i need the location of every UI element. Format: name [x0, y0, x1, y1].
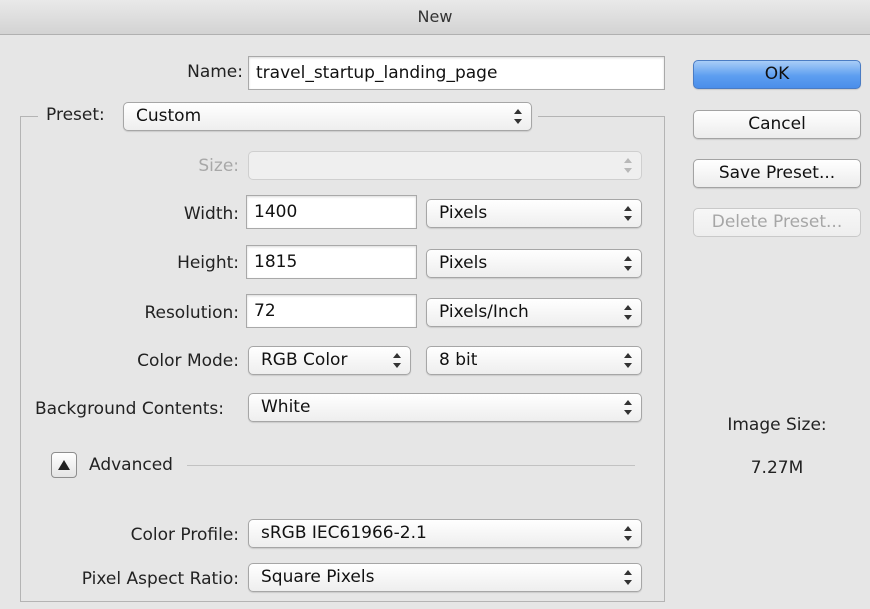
resolution-unit-value: Pixels/Inch: [439, 302, 529, 322]
color-mode-value: RGB Color: [261, 350, 348, 370]
up-down-arrows-icon: [624, 256, 632, 271]
height-field[interactable]: 1815: [246, 245, 417, 279]
triangle-up-icon: [58, 460, 70, 470]
pixel-aspect-ratio-label: Pixel Aspect Ratio:: [81, 569, 239, 589]
resolution-field[interactable]: 72: [246, 294, 417, 328]
pixel-aspect-ratio-select[interactable]: Square Pixels: [248, 563, 642, 592]
preset-label: Preset:: [46, 105, 105, 125]
up-down-arrows-icon: [624, 570, 632, 585]
delete-preset-button: Delete Preset...: [693, 208, 861, 237]
bit-depth-value: 8 bit: [439, 350, 478, 370]
size-select: [248, 151, 642, 180]
color-profile-value: sRGB IEC61966-2.1: [261, 523, 427, 543]
up-down-arrows-icon: [624, 353, 632, 368]
pixel-aspect-ratio-value: Square Pixels: [261, 567, 375, 587]
ok-button[interactable]: OK: [693, 60, 861, 89]
name-label: Name:: [187, 62, 243, 82]
name-field[interactable]: travel_startup_landing_page: [248, 56, 665, 90]
color-profile-select[interactable]: sRGB IEC61966-2.1: [248, 519, 642, 548]
resolution-unit-select[interactable]: Pixels/Inch: [426, 298, 642, 327]
advanced-disclosure-button[interactable]: [51, 452, 77, 478]
cancel-button[interactable]: Cancel: [693, 110, 861, 139]
width-label: Width:: [183, 204, 239, 224]
up-down-arrows-icon: [624, 305, 632, 320]
window-title: New: [417, 7, 453, 26]
color-profile-label: Color Profile:: [130, 525, 239, 545]
up-down-arrows-icon: [514, 109, 522, 124]
background-contents-label: Background Contents:: [35, 399, 225, 419]
bit-depth-select[interactable]: 8 bit: [426, 346, 642, 375]
advanced-label[interactable]: Advanced: [89, 455, 173, 475]
width-unit-select[interactable]: Pixels: [426, 199, 642, 228]
background-contents-select[interactable]: White: [248, 393, 642, 422]
up-down-arrows-icon: [624, 206, 632, 221]
image-size-value: 7.27M: [750, 458, 804, 478]
advanced-divider: [187, 465, 635, 466]
height-unit-value: Pixels: [439, 253, 488, 273]
group-divider: [538, 116, 665, 117]
width-unit-value: Pixels: [439, 203, 488, 223]
width-field[interactable]: 1400: [246, 195, 417, 229]
background-contents-value: White: [261, 397, 311, 417]
save-preset-button[interactable]: Save Preset...: [693, 159, 861, 188]
up-down-arrows-icon: [624, 400, 632, 415]
height-unit-select[interactable]: Pixels: [426, 249, 642, 278]
resolution-label: Resolution:: [144, 303, 239, 323]
group-divider: [20, 116, 38, 117]
up-down-arrows-icon: [393, 353, 401, 368]
preset-select[interactable]: Custom: [123, 102, 532, 131]
window-titlebar: New: [0, 0, 870, 35]
size-label: Size:: [198, 156, 239, 176]
height-label: Height:: [177, 253, 239, 273]
up-down-arrows-icon: [624, 158, 632, 173]
preset-value: Custom: [136, 106, 202, 126]
up-down-arrows-icon: [624, 526, 632, 541]
color-mode-select[interactable]: RGB Color: [248, 346, 411, 375]
image-size-label: Image Size:: [727, 415, 827, 435]
color-mode-label: Color Mode:: [137, 351, 239, 371]
